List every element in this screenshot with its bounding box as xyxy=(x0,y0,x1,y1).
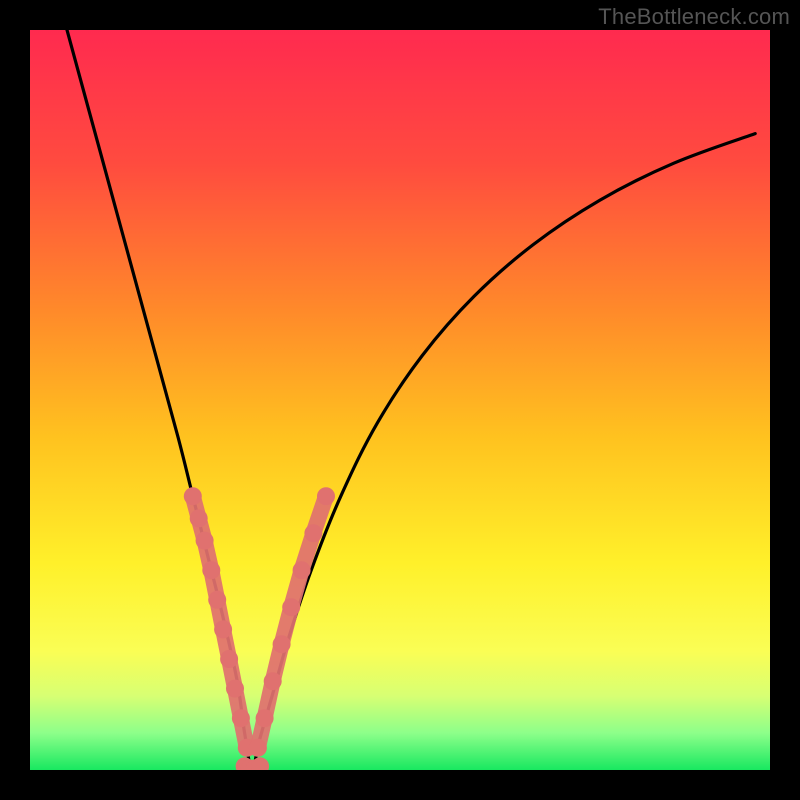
data-point xyxy=(264,672,282,690)
data-point xyxy=(256,709,274,727)
data-point xyxy=(273,635,291,653)
data-point xyxy=(214,620,232,638)
data-point xyxy=(202,561,220,579)
data-point xyxy=(196,532,214,550)
data-point xyxy=(184,487,202,505)
data-point xyxy=(190,509,208,527)
bottleneck-chart xyxy=(30,30,770,770)
data-point xyxy=(282,598,300,616)
chart-frame: TheBottleneck.com xyxy=(0,0,800,800)
gradient-bg xyxy=(30,30,770,770)
plot-area xyxy=(30,30,770,770)
data-point xyxy=(220,650,238,668)
data-point xyxy=(232,709,250,727)
data-point xyxy=(317,487,335,505)
data-point xyxy=(293,561,311,579)
data-point xyxy=(249,739,267,757)
data-point xyxy=(226,680,244,698)
watermark-text: TheBottleneck.com xyxy=(598,4,790,30)
data-point xyxy=(208,591,226,609)
data-point xyxy=(304,524,322,542)
